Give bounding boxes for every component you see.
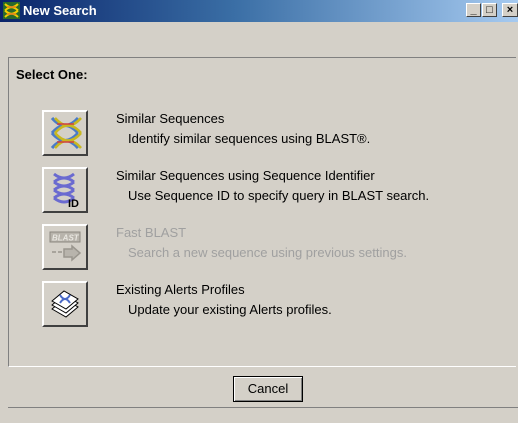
option-description: Update your existing Alerts profiles. [128,302,332,317]
option-description: Use Sequence ID to specify query in BLAS… [128,188,430,203]
close-icon: × [506,4,514,16]
alerts-profile-icon [51,290,79,318]
option-title: Fast BLAST [116,225,187,240]
option-fast-blast: BLAST Fast BLAST Search a new sequence u… [42,224,512,270]
minimize-icon: _ [470,4,477,16]
option-alerts-profiles[interactable]: Existing Alerts Profiles Update your exi… [42,281,512,327]
option-description: Identify similar sequences using BLAST®. [128,131,371,146]
option-title: Existing Alerts Profiles [116,282,245,297]
svg-text:ID: ID [68,198,79,209]
blast-label: BLAST [52,234,80,243]
alerts-profiles-button[interactable] [42,281,88,327]
minimize-button[interactable]: _ [466,3,481,17]
cancel-button[interactable]: Cancel [233,376,303,402]
title-bar[interactable]: New Search _ □ × [0,0,518,22]
select-one-heading: Select One: [16,67,88,82]
maximize-button[interactable]: □ [482,3,497,17]
dna-id-icon: ID [53,172,79,209]
option-description: Search a new sequence using previous set… [128,245,407,260]
dna-helix-icon [50,116,82,150]
footer-divider [8,407,518,408]
blast-arrow-icon: BLAST [49,231,82,262]
option-similar-sequences[interactable]: Similar Sequences Identify similar seque… [42,110,512,156]
dna-app-icon [3,2,20,19]
option-sequence-identifier[interactable]: ID Similar Sequences using Sequence Iden… [42,167,512,213]
window-title: New Search [23,3,97,18]
close-button[interactable]: × [502,3,518,17]
sequence-identifier-button[interactable]: ID [42,167,88,213]
maximize-icon: □ [486,4,493,16]
option-title: Similar Sequences using Sequence Identif… [116,168,375,183]
fast-blast-button: BLAST [42,224,88,270]
option-title: Similar Sequences [116,111,225,126]
similar-sequences-button[interactable] [42,110,88,156]
new-search-dialog: New Search _ □ × Select One: Similar Seq… [0,0,518,423]
